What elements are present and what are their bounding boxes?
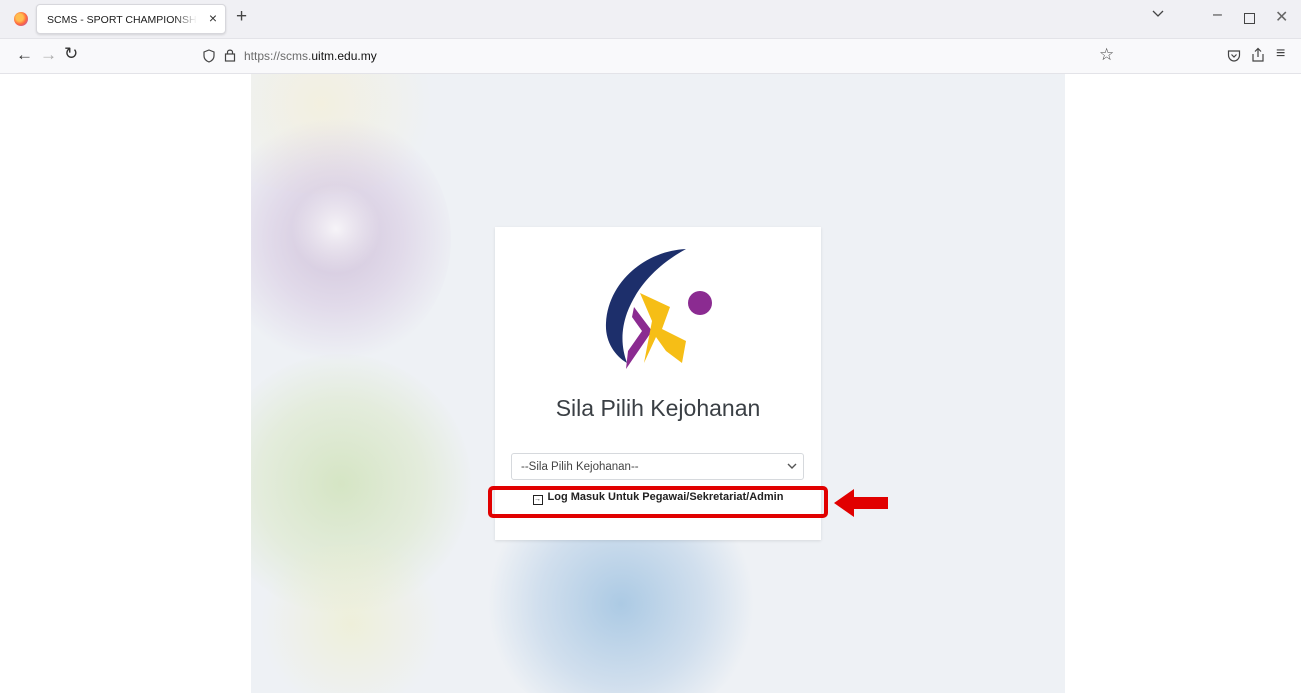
maximize-icon[interactable] — [1244, 13, 1255, 24]
menu-icon[interactable]: ≡ — [1276, 45, 1285, 63]
logo-head — [688, 291, 712, 315]
browser-tab[interactable]: SCMS - SPORT CHAMPIONSHIP MANAGEMENT SYS… — [36, 4, 226, 34]
browser-tab-bar: SCMS - SPORT CHAMPIONSHIP MANAGEMENT SYS… — [0, 0, 1301, 39]
close-tab-icon[interactable]: × — [209, 10, 217, 26]
star-icon[interactable]: ☆ — [1099, 45, 1114, 65]
forward-icon[interactable]: → — [40, 45, 57, 65]
url-prefix: https://scms. — [244, 49, 312, 63]
highlight-box — [488, 486, 828, 518]
close-window-icon[interactable]: ✕ — [1275, 7, 1288, 27]
select-value: --Sila Pilih Kejohanan-- — [521, 461, 639, 473]
championship-select[interactable]: --Sila Pilih Kejohanan-- — [511, 453, 804, 480]
reload-icon[interactable]: ↻ — [64, 44, 78, 64]
share-icon[interactable] — [1251, 47, 1265, 63]
url-bar[interactable]: https://scms.uitm.edu.my — [244, 49, 377, 63]
browser-nav-bar: ← → ↻ https://scms.uitm.edu.my ☆ ≡ — [0, 39, 1301, 74]
pocket-icon[interactable] — [1227, 49, 1241, 62]
chevron-down-icon[interactable] — [1152, 10, 1164, 18]
watercolor-blob — [251, 544, 451, 693]
firefox-icon — [14, 12, 28, 26]
minimize-icon[interactable]: – — [1213, 6, 1222, 24]
url-domain: uitm.edu.my — [311, 49, 377, 63]
back-icon[interactable]: ← — [16, 45, 33, 65]
shield-icon[interactable] — [203, 49, 215, 63]
scms-logo — [605, 249, 712, 369]
logo-purple-chevron — [626, 307, 652, 369]
red-arrow-icon — [834, 489, 888, 517]
new-tab-button[interactable]: + — [236, 6, 247, 28]
chevron-down-icon — [787, 463, 797, 469]
lock-icon[interactable] — [224, 48, 236, 62]
page-title: Sila Pilih Kejohanan — [555, 395, 761, 421]
watercolor-blob — [291, 184, 381, 274]
tab-title: SCMS - SPORT CHAMPIONSHIP MANAGEMENT SYS… — [47, 14, 197, 26]
